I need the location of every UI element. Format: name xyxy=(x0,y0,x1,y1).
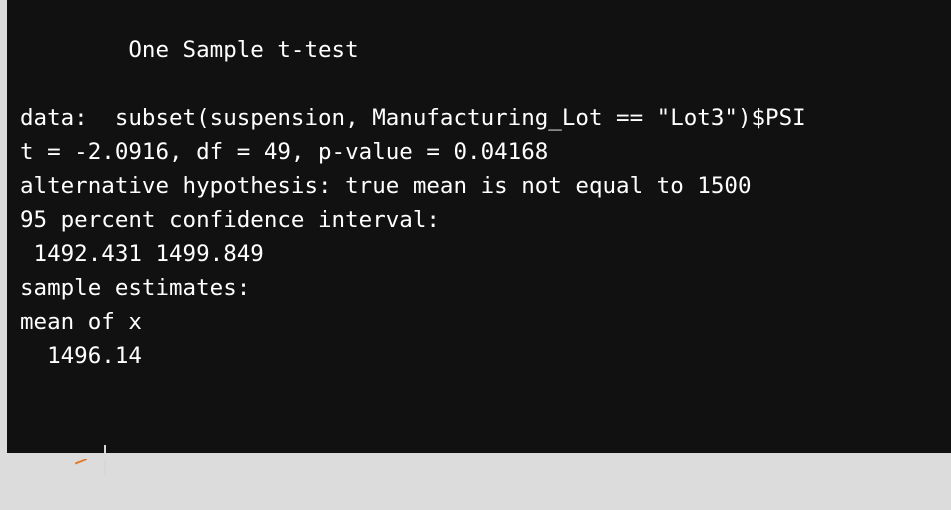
test-title: One Sample t-test xyxy=(20,37,359,63)
output-estimate-label: mean of x xyxy=(20,309,142,335)
output-estimates-header: sample estimates: xyxy=(20,275,251,301)
output-ci-values: 1492.431 1499.849 xyxy=(20,241,264,267)
output-hypothesis-line: alternative hypothesis: true mean is not… xyxy=(20,173,752,199)
output-ci-header: 95 percent confidence interval: xyxy=(20,207,440,233)
output-data-line: data: subset(suspension, Manufacturing_L… xyxy=(20,105,806,131)
window-bottom-edge xyxy=(0,453,951,459)
prompt-symbol: > xyxy=(74,446,88,472)
command-prompt-line[interactable]: > xyxy=(20,408,106,475)
text-cursor xyxy=(103,444,106,475)
r-console[interactable]: One Sample t-test data: subset(suspensio… xyxy=(7,0,951,475)
output-estimate-value: 1496.14 xyxy=(20,343,142,369)
output-statistic-line: t = -2.0916, df = 49, p-value = 0.04168 xyxy=(20,139,549,165)
